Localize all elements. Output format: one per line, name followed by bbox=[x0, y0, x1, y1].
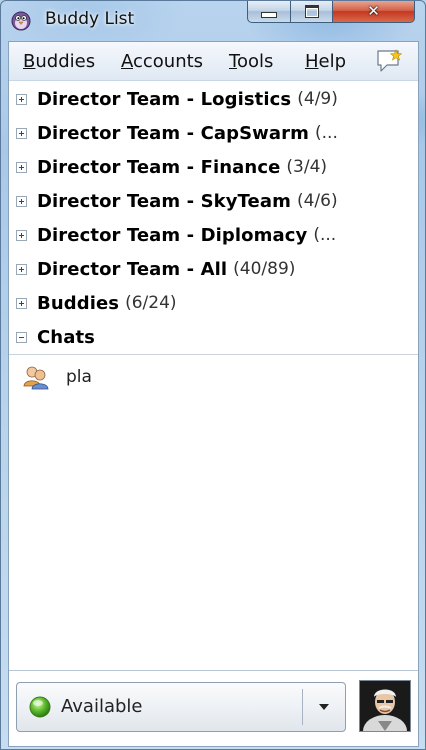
group-row[interactable]: Director Team - SkyTeam (4/6) bbox=[9, 184, 418, 218]
menu-help-label: elp bbox=[318, 51, 347, 72]
expand-icon[interactable] bbox=[16, 263, 27, 275]
buddy-avatar[interactable] bbox=[359, 680, 411, 732]
group-count: (40/89) bbox=[233, 259, 296, 279]
group-count: (... bbox=[315, 123, 338, 143]
group-count: (4/6) bbox=[296, 191, 338, 211]
divider bbox=[9, 670, 418, 671]
caption-buttons: ✕ bbox=[247, 1, 415, 25]
close-icon: ✕ bbox=[367, 2, 380, 20]
chat-name: pla bbox=[66, 367, 92, 387]
group-count: (6/24) bbox=[125, 293, 177, 313]
menu-accounts-label: ccounts bbox=[133, 51, 204, 72]
chevron-down-icon bbox=[319, 704, 329, 710]
group-row[interactable]: Director Team - Finance (3/4) bbox=[9, 150, 418, 184]
maximize-icon bbox=[304, 5, 319, 18]
menu-bar: Buddies Accounts Tools Help bbox=[9, 42, 418, 81]
minimize-button[interactable] bbox=[247, 1, 291, 23]
status-dropdown-button[interactable] bbox=[303, 683, 345, 731]
chat-group-icon bbox=[23, 366, 49, 390]
maximize-button[interactable] bbox=[291, 1, 333, 23]
window-title: Buddy List bbox=[45, 9, 135, 29]
group-name: Chats bbox=[37, 326, 95, 348]
collapse-icon[interactable] bbox=[16, 331, 27, 343]
pidgin-icon bbox=[11, 11, 31, 31]
group-name: Director Team - Logistics bbox=[37, 88, 292, 110]
expand-icon[interactable] bbox=[16, 127, 27, 139]
group-name: Director Team - Diplomacy bbox=[37, 224, 308, 246]
menu-tools[interactable]: Tools bbox=[229, 52, 273, 72]
menu-help-accel: H bbox=[305, 51, 319, 72]
close-button[interactable]: ✕ bbox=[333, 1, 415, 23]
menu-buddies-accel: B bbox=[23, 51, 36, 72]
new-message-icon[interactable] bbox=[375, 48, 403, 74]
group-row[interactable]: Director Team - Logistics (4/9) bbox=[9, 82, 418, 116]
group-row-chats[interactable]: Chats bbox=[9, 320, 418, 354]
group-name: Director Team - Finance bbox=[37, 156, 281, 178]
buddy-list-window: Buddy List ✕ Buddies Accounts Tools Help bbox=[0, 0, 426, 750]
group-row[interactable]: Director Team - All (40/89) bbox=[9, 252, 418, 286]
minimize-icon bbox=[261, 11, 277, 18]
expand-icon[interactable] bbox=[16, 297, 27, 309]
buddy-list-panel: Buddies Accounts Tools Help Director Tea… bbox=[8, 41, 419, 747]
avatar-image bbox=[360, 681, 410, 731]
chat-item[interactable]: pla bbox=[9, 355, 418, 399]
menu-accounts[interactable]: Accounts bbox=[121, 52, 203, 72]
expand-icon[interactable] bbox=[16, 93, 27, 105]
group-name: Director Team - CapSwarm bbox=[37, 122, 309, 144]
group-count: (4/9) bbox=[297, 89, 338, 109]
group-count: (3/4) bbox=[286, 157, 328, 177]
menu-help[interactable]: Help bbox=[305, 52, 346, 72]
menu-buddies[interactable]: Buddies bbox=[23, 52, 95, 72]
group-name: Director Team - SkyTeam bbox=[37, 190, 291, 212]
group-row[interactable]: Director Team - CapSwarm (... bbox=[9, 116, 418, 150]
group-name: Buddies bbox=[37, 292, 120, 314]
available-status-icon bbox=[29, 696, 51, 718]
status-selector[interactable]: Available bbox=[16, 682, 346, 732]
status-label: Available bbox=[61, 696, 143, 717]
menu-tools-label: ools bbox=[236, 51, 274, 72]
group-row[interactable]: Buddies (6/24) bbox=[9, 286, 418, 320]
buddy-tree: Director Team - Logistics (4/9) Director… bbox=[9, 82, 418, 399]
group-row[interactable]: Director Team - Diplomacy (... bbox=[9, 218, 418, 252]
menu-tools-accel: T bbox=[229, 51, 237, 72]
menu-buddies-label: uddies bbox=[35, 51, 96, 72]
title-bar[interactable]: Buddy List ✕ bbox=[1, 1, 425, 39]
expand-icon[interactable] bbox=[16, 229, 27, 241]
menu-accounts-accel: A bbox=[121, 51, 133, 72]
expand-icon[interactable] bbox=[16, 161, 27, 173]
expand-icon[interactable] bbox=[16, 195, 27, 207]
group-count: (... bbox=[313, 225, 337, 245]
group-name: Director Team - All bbox=[37, 258, 228, 280]
